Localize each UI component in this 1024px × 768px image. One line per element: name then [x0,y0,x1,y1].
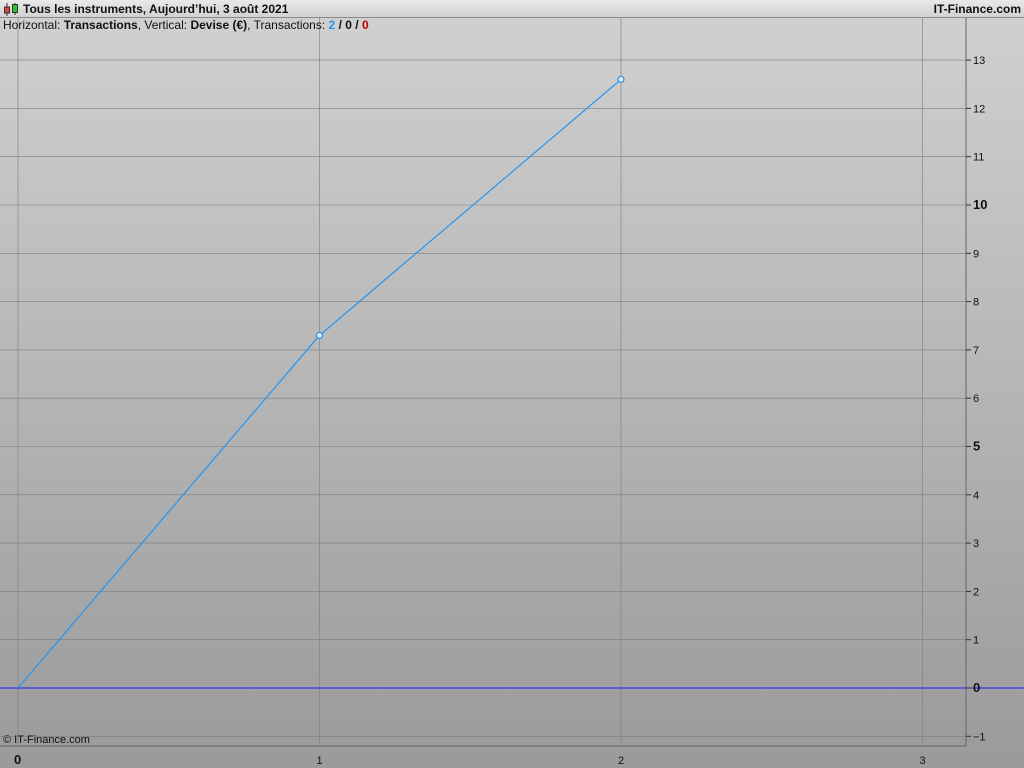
separator-2: / [355,18,359,32]
candlestick-icon [4,3,18,16]
separator-1: / [338,18,342,32]
vertical-label: Vertical: [144,18,188,32]
y-tick-label: 3 [973,538,979,550]
y-tick-label: 8 [973,297,979,309]
y-tick-label: 12 [973,103,985,115]
y-tick-label: 5 [973,439,980,454]
data-point [315,331,324,340]
vertical-value: Devise (€) [190,18,248,32]
x-tick-label: 1 [317,755,323,767]
y-tick-label: −1 [973,731,986,743]
transactions-count-total: 2 [328,18,336,32]
y-tick-label: 4 [973,490,979,502]
y-tick-label: 6 [973,393,979,405]
y-tick-label: 7 [973,345,979,357]
y-tick-label: 9 [973,248,979,260]
brand-label: IT-Finance.com [933,2,1021,16]
chart-plot: −10123456789101112130 1 2 3 [0,18,1024,768]
y-tick-label: 0 [973,680,980,695]
y-tick-label: 1 [973,635,979,647]
copyright-label: © IT-Finance.com [3,734,90,746]
x-tick-label: 3 [920,755,926,767]
horizontal-label: Horizontal: [3,18,61,32]
y-tick-label: 13 [973,55,985,67]
window-title: Tous les instruments, Aujourd’hui, 3 aoû… [23,2,289,16]
y-tick-label: 10 [973,197,987,212]
x-tick-label: 2 [618,755,624,767]
transactions-label: Transactions: [253,18,326,32]
y-tick-label: 2 [973,586,979,598]
horizontal-value: Transactions [63,18,138,32]
x-tick-label: 0 [14,752,21,767]
data-point [617,75,625,84]
chart-background [0,18,1024,768]
info-line: Horizontal: Transactions, Vertical: Devi… [3,18,369,32]
transactions-count-neutral: 0 [345,18,352,32]
title-bar: Tous les instruments, Aujourd’hui, 3 aoû… [0,0,1024,18]
transactions-count-negative: 0 [361,18,369,32]
y-tick-label: 11 [973,152,984,164]
